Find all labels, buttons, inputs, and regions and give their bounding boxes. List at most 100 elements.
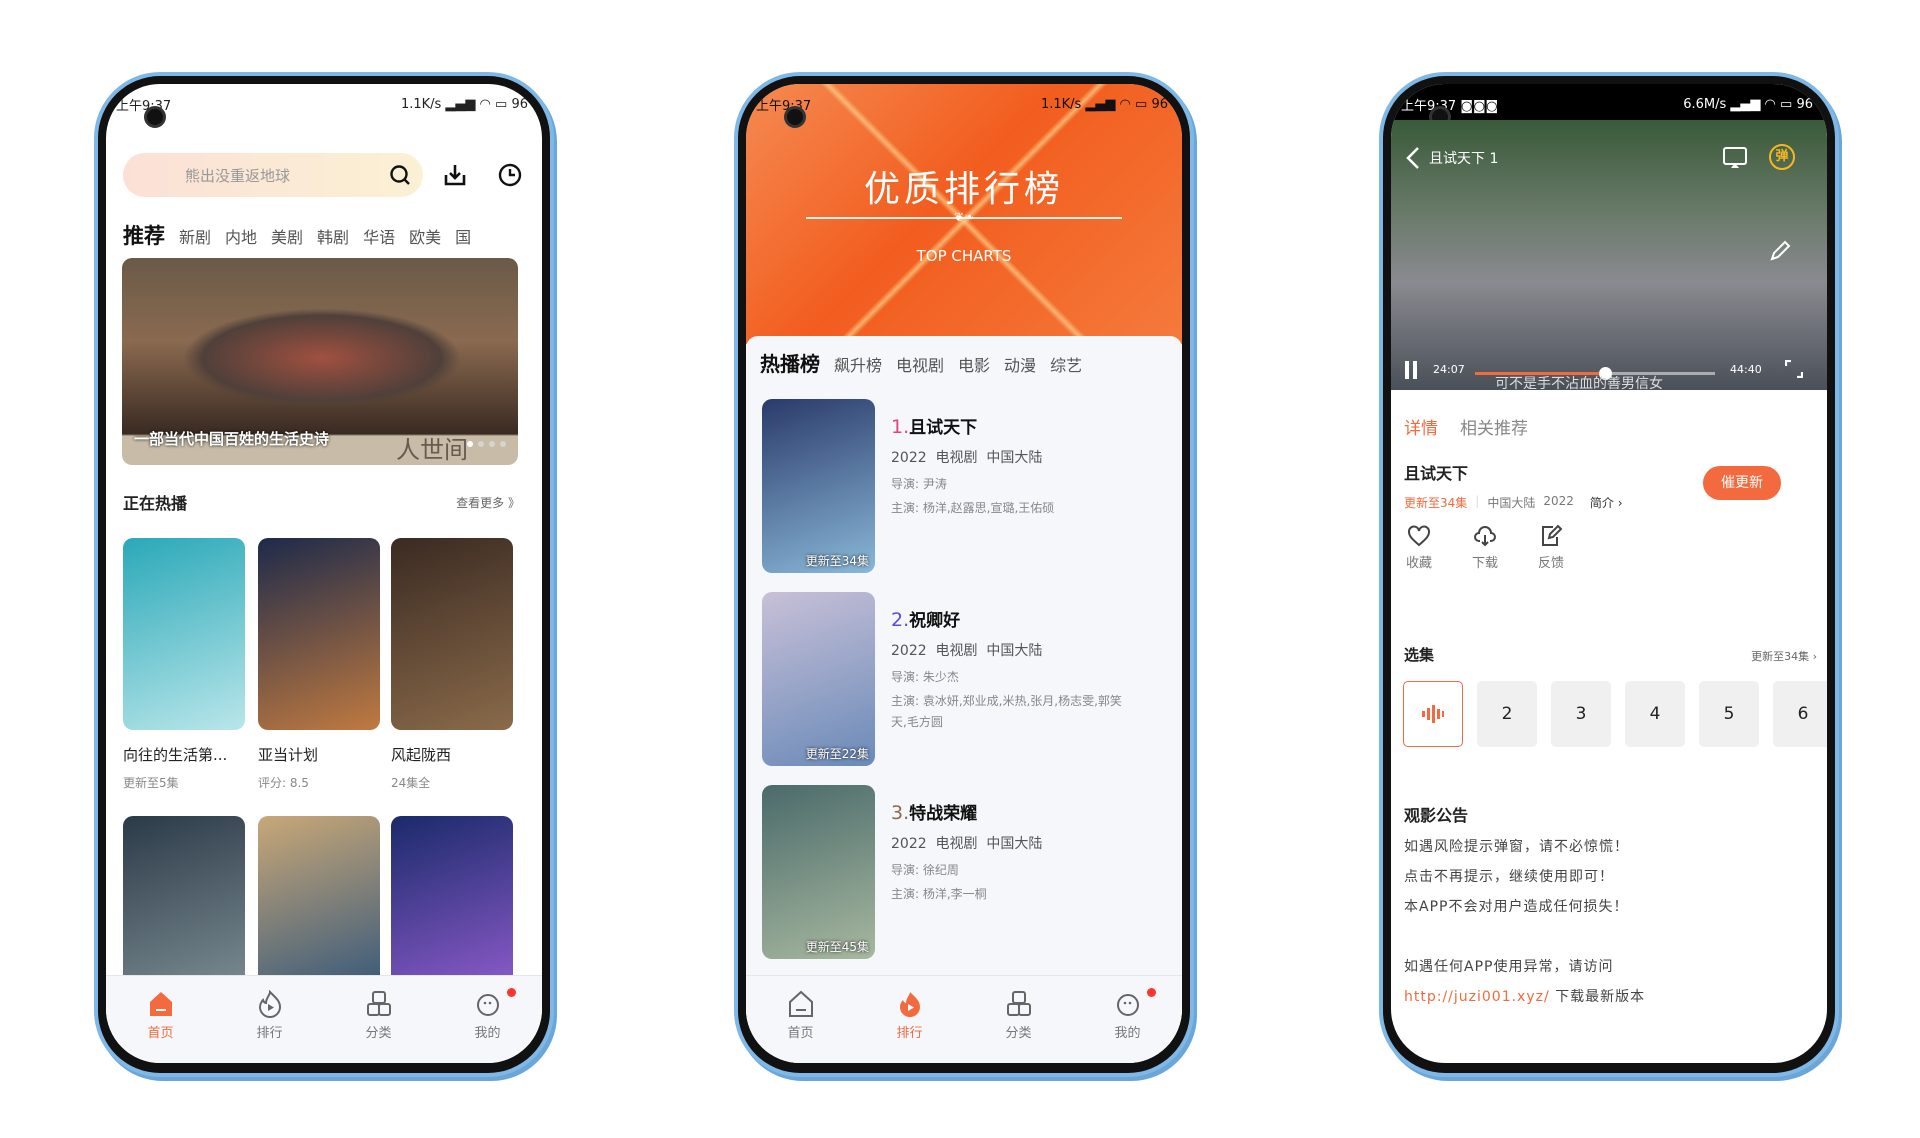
tab-movie[interactable]: 电影 — [958, 352, 990, 376]
pencil-icon[interactable] — [1769, 240, 1791, 262]
hero-banner[interactable]: 一部当代中国百姓的生活史诗 人世间 — [122, 258, 518, 465]
notification-dot — [1147, 988, 1156, 997]
tab-hot[interactable]: 热播榜 — [760, 348, 820, 377]
card-title[interactable]: 亚当计划 — [258, 744, 318, 765]
nav-category[interactable]: 分类 — [324, 976, 433, 1063]
episode-button[interactable]: 4 — [1625, 681, 1685, 747]
favorite-button[interactable]: 收藏 — [1401, 524, 1437, 571]
video-player[interactable]: 且试天下 1 弹 24:07 44:40 可不是手不沾血的善男信女 — [1391, 120, 1827, 392]
tab-details[interactable]: 详情 — [1404, 414, 1438, 439]
back-chevron-icon[interactable] — [1405, 146, 1421, 170]
tab-variety[interactable]: 综艺 — [1050, 352, 1082, 376]
notice-body: 如遇风险提示弹窗，请不必惊慌！ 点击不再提示，继续使用即可！ 本APP不会对用户造成… — [1404, 832, 1824, 1018]
urge-update-button[interactable]: 催更新 — [1703, 466, 1781, 500]
card-title[interactable]: 向往的生活第... — [123, 744, 227, 765]
tab-related[interactable]: 相关推荐 — [1460, 414, 1528, 439]
notice-link[interactable]: http://juzi001.xyz/ — [1404, 989, 1550, 1005]
net-speed: 1.1K/s — [1040, 96, 1082, 112]
show-meta: 更新至34集 | 中国大陆 2022 简介 › — [1404, 494, 1623, 511]
action-row: 收藏 下载 反馈 — [1401, 524, 1569, 571]
rank-poster[interactable]: 更新至45集 — [762, 785, 875, 959]
fullscreen-icon[interactable] — [1785, 360, 1803, 378]
episodes-more-link[interactable]: 更新至34集 › — [1751, 648, 1817, 664]
tab-tv[interactable]: 电视剧 — [896, 352, 944, 376]
notice-link-line: http://juzi001.xyz/ 下载最新版本 — [1404, 982, 1824, 1012]
download-icon[interactable] — [443, 163, 467, 187]
tab-national[interactable]: 国 — [455, 224, 471, 248]
flame-play-icon — [258, 990, 281, 1018]
tab-chinese[interactable]: 华语 — [363, 224, 395, 248]
charts-subtitle: TOP CHARTS — [916, 247, 1012, 265]
see-more-link[interactable]: 查看更多 》 — [456, 494, 520, 511]
episode-button[interactable]: 6 — [1773, 681, 1827, 747]
pause-icon[interactable] — [1403, 360, 1419, 380]
cloud-download-icon — [1474, 526, 1496, 547]
card-subtitle: 更新至5集 — [123, 776, 179, 790]
camera-hole — [144, 106, 166, 128]
cast-screen-icon[interactable] — [1722, 146, 1748, 170]
nav-ranking[interactable]: 排行 — [215, 976, 324, 1063]
notice-lines: 如遇风险提示弹窗，请不必惊慌！ 点击不再提示，继续使用即可！ 本APP不会对用户造成… — [1404, 832, 1824, 982]
episode-button[interactable]: 3 — [1551, 681, 1611, 747]
rank-title[interactable]: 3.特战荣耀 — [891, 799, 977, 824]
rank-number: 1. — [891, 416, 910, 438]
nav-home[interactable]: 首页 — [746, 976, 855, 1063]
nav-label: 我的 — [474, 1026, 501, 1041]
episode-button[interactable]: 2 — [1477, 681, 1537, 747]
phone-detail: 上午9:37 ◙◙◙ 6.6M/s ▂▄▆ ◠ ▭ 96 且试天下 1 弹 24… — [1383, 76, 1835, 1073]
tab-mainland[interactable]: 内地 — [225, 224, 257, 248]
poster-card[interactable] — [391, 816, 513, 986]
status-right: 1.1K/s ▂▄▆ ◠ ▭ 96 — [1040, 96, 1168, 112]
home-icon — [149, 992, 172, 1016]
episode-badge: 更新至45集 — [805, 940, 869, 954]
meta-divider: | — [1475, 494, 1480, 508]
video-subtitle: 可不是手不沾血的善男信女 — [1495, 376, 1663, 392]
tab-rising[interactable]: 飙升榜 — [834, 352, 882, 376]
poster-card[interactable] — [258, 816, 380, 986]
update-status: 更新至34集 — [1404, 496, 1468, 510]
rank-director: 导演: 朱少杰 — [891, 670, 959, 684]
search-input[interactable]: 熊出没重返地球 — [123, 153, 423, 197]
search-placeholder: 熊出没重返地球 — [185, 166, 291, 185]
nav-me[interactable]: 我的 — [1073, 976, 1182, 1063]
rank-director: 导演: 徐纪周 — [891, 863, 959, 877]
show-title: 且试天下 — [1404, 464, 1469, 483]
rank-poster[interactable]: 更新至34集 — [762, 399, 875, 573]
tab-us[interactable]: 美剧 — [271, 224, 303, 248]
history-clock-icon[interactable] — [498, 163, 522, 187]
intro-link[interactable]: 简介 › — [1590, 494, 1623, 511]
profile-face-icon — [1116, 994, 1139, 1016]
poster-card[interactable] — [258, 538, 380, 730]
tab-new[interactable]: 新剧 — [179, 224, 211, 248]
danmaku-toggle[interactable]: 弹 — [1769, 144, 1795, 170]
nav-home[interactable]: 首页 — [106, 976, 215, 1063]
tab-west[interactable]: 欧美 — [409, 224, 441, 248]
episode-button[interactable]: 5 — [1699, 681, 1759, 747]
search-icon[interactable] — [389, 164, 411, 186]
charts-screen: 优质排行榜 ❦❧ TOP CHARTS 上午9:37 1.1K/s ▂▄▆ ◠ … — [746, 84, 1182, 1063]
poster-card[interactable] — [123, 538, 245, 730]
rank-title[interactable]: 2.祝卿好 — [891, 606, 960, 631]
flame-play-icon — [899, 992, 920, 1017]
nav-me[interactable]: 我的 — [433, 976, 542, 1063]
rank-cast: 主演: 杨洋,赵露思,宣璐,王佑硕 — [891, 501, 1055, 515]
episode-1-playing[interactable] — [1403, 681, 1463, 747]
rank-poster[interactable]: 更新至22集 — [762, 592, 875, 766]
poster-card[interactable] — [391, 538, 513, 730]
nav-category[interactable]: 分类 — [964, 976, 1073, 1063]
profile-face-icon — [476, 994, 499, 1016]
tab-korea[interactable]: 韩剧 — [317, 224, 349, 248]
download-button[interactable]: 下载 — [1467, 524, 1503, 571]
banner-pager[interactable] — [467, 441, 506, 447]
notice-link-suffix: 下载最新版本 — [1549, 989, 1646, 1005]
tab-recommend[interactable]: 推荐 — [123, 220, 165, 250]
feedback-button[interactable]: 反馈 — [1533, 524, 1569, 571]
tab-anime[interactable]: 动漫 — [1004, 352, 1036, 376]
ornament-icon: ❦❧ — [953, 210, 975, 224]
battery-level: 96 — [1151, 96, 1168, 112]
rank-title[interactable]: 1.且试天下 — [891, 413, 977, 438]
poster-card[interactable] — [123, 816, 245, 986]
card-title[interactable]: 风起陇西 — [391, 744, 451, 765]
nav-ranking[interactable]: 排行 — [855, 976, 964, 1063]
status-bar: 上午9:37 1.1K/s ▂▄▆ ◠ ▭ 96 — [106, 84, 542, 124]
